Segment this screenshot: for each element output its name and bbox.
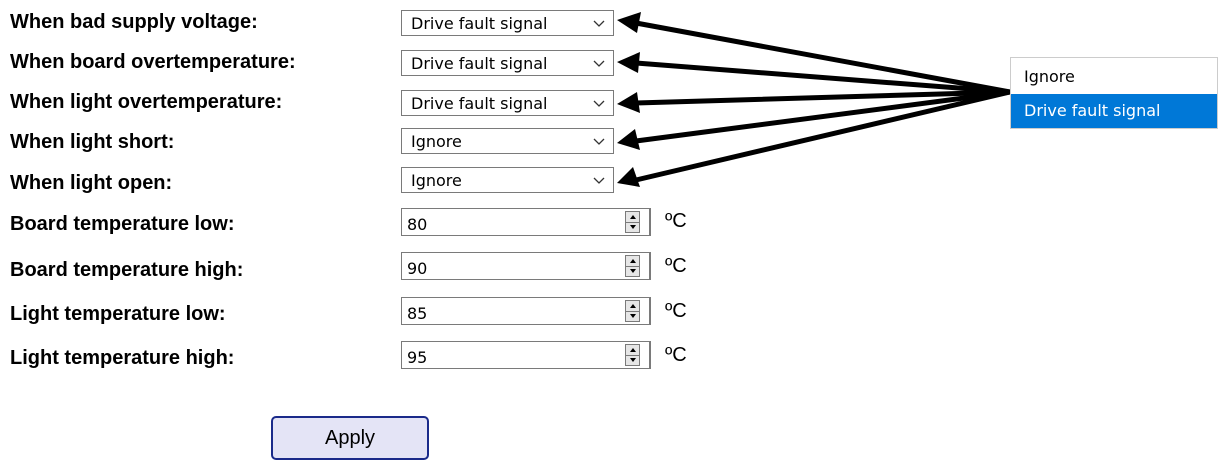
arrowhead	[617, 12, 641, 33]
dropdown-option-ignore[interactable]: Ignore	[1011, 60, 1217, 94]
arrowhead	[617, 92, 640, 113]
dropdown-list[interactable]: Ignore Drive fault signal	[1010, 57, 1218, 129]
arrowhead	[617, 167, 640, 187]
arrowhead	[617, 129, 640, 150]
arrow-line	[633, 60, 1013, 95]
arrow-line	[633, 20, 1013, 95]
arrowhead	[617, 52, 640, 73]
dropdown-option-drive-fault-signal[interactable]: Drive fault signal	[1011, 94, 1217, 128]
